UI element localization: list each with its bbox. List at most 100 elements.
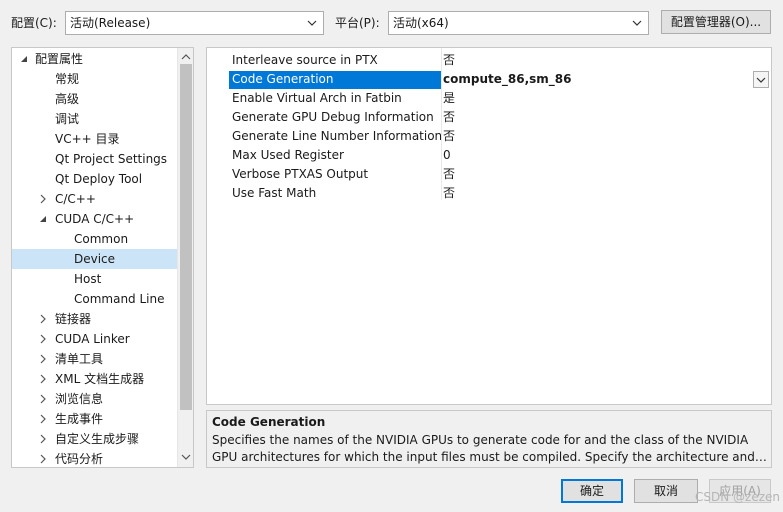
tree-item[interactable]: VC++ 目录	[12, 129, 178, 149]
tree-item[interactable]: CUDA C/C++	[12, 209, 178, 229]
tree-item-label: 代码分析	[55, 452, 104, 466]
property-row[interactable]: Enable Virtual Arch in Fatbin 是	[207, 89, 771, 108]
property-name: Use Fast Math	[232, 186, 317, 200]
tree-item[interactable]: 调试	[12, 109, 178, 129]
tree-item-label: CUDA Linker	[55, 332, 130, 346]
collapsed-arrow-icon[interactable]	[37, 413, 49, 425]
property-name: Enable Virtual Arch in Fatbin	[232, 91, 402, 105]
description-line-1: Specifies the names of the NVIDIA GPUs t…	[212, 433, 749, 447]
tree-item-label: 高级	[55, 92, 80, 106]
platform-label: 平台(P):	[335, 16, 380, 30]
tree-item[interactable]: 代码分析	[12, 449, 178, 467]
description-title: Code Generation	[212, 415, 326, 429]
tree-item[interactable]: XML 文档生成器	[12, 369, 178, 389]
property-name: Generate Line Number Information	[232, 129, 441, 143]
tree-item-label: Device	[74, 252, 116, 266]
tree-item-label: Qt Deploy Tool	[55, 172, 143, 186]
tree-item[interactable]: 生成事件	[12, 409, 178, 429]
config-label: 配置(C):	[11, 16, 57, 30]
property-row[interactable]: Code Generation compute_86,sm_86	[207, 70, 771, 89]
cancel-button[interactable]: 取消	[634, 479, 698, 503]
tree-item[interactable]: Command Line	[12, 289, 178, 309]
property-row[interactable]: Use Fast Math 否	[207, 184, 771, 203]
tree-item-label: C/C++	[55, 192, 96, 206]
description-line-2: GPU architectures for which the input fi…	[212, 450, 767, 464]
chevron-down-icon	[632, 20, 642, 26]
collapsed-arrow-icon[interactable]	[37, 313, 49, 325]
chevron-down-icon	[307, 20, 317, 26]
tree-item-label: 配置属性	[35, 52, 84, 66]
property-tree[interactable]: 配置属性常规高级调试 VC++ 目录 Qt Project Settings Qt D…	[11, 47, 194, 468]
grid-column-divider[interactable]	[441, 48, 442, 200]
value-dropdown-button[interactable]	[753, 71, 769, 88]
config-dropdown[interactable]: 活动(Release)	[65, 11, 324, 35]
tree-item[interactable]: Device	[12, 249, 178, 269]
config-value: 活动(Release)	[70, 16, 151, 30]
property-value: 否	[443, 53, 456, 67]
tree-item[interactable]: 链接器	[12, 309, 178, 329]
tree-scrollbar[interactable]	[177, 48, 193, 467]
property-row[interactable]: Max Used Register 0	[207, 146, 771, 165]
tree-item-label: 自定义生成步骤	[55, 432, 140, 446]
tree-item[interactable]: C/C++	[12, 189, 178, 209]
scroll-up-icon[interactable]	[181, 52, 191, 62]
tree-item[interactable]: Common	[12, 229, 178, 249]
tree-item-label: 生成事件	[55, 412, 104, 426]
collapsed-arrow-icon[interactable]	[37, 333, 49, 345]
tree-item-label: Qt Project Settings	[55, 152, 168, 166]
expanded-arrow-icon[interactable]	[37, 213, 49, 225]
property-value: 是	[443, 91, 456, 105]
platform-dropdown[interactable]: 活动(x64)	[388, 11, 649, 35]
description-panel: Code Generation Specifies the names of t…	[206, 410, 772, 468]
tree-item[interactable]: 清单工具	[12, 349, 178, 369]
property-value: 否	[443, 186, 456, 200]
collapsed-arrow-icon[interactable]	[37, 433, 49, 445]
tree-item-label: VC++ 目录	[55, 132, 120, 146]
collapsed-arrow-icon[interactable]	[37, 453, 49, 465]
property-row[interactable]: Generate Line Number Information 否	[207, 127, 771, 146]
config-manager-button[interactable]: 配置管理器(O)...	[661, 10, 771, 34]
tree-item-label: XML 文档生成器	[55, 372, 145, 386]
collapsed-arrow-icon[interactable]	[37, 193, 49, 205]
property-value: 否	[443, 167, 456, 181]
ok-button[interactable]: 确定	[561, 479, 623, 503]
property-value: 0	[443, 148, 451, 162]
platform-value: 活动(x64)	[393, 16, 449, 30]
property-name: Interleave source in PTX	[232, 53, 378, 67]
tree-item-label: 浏览信息	[55, 392, 104, 406]
tree-item[interactable]: 浏览信息	[12, 389, 178, 409]
property-row[interactable]: Interleave source in PTX 否	[207, 51, 771, 70]
property-name: Generate GPU Debug Information	[232, 110, 434, 124]
collapsed-arrow-icon[interactable]	[37, 393, 49, 405]
tree-item[interactable]: Qt Deploy Tool	[12, 169, 178, 189]
tree-item-label: 常规	[55, 72, 80, 86]
tree-item-label: 清单工具	[55, 352, 104, 366]
collapsed-arrow-icon[interactable]	[37, 373, 49, 385]
tree-item[interactable]: 配置属性	[12, 49, 178, 69]
property-name: Code Generation	[229, 71, 441, 89]
tree-item-label: CUDA C/C++	[55, 212, 135, 226]
tree-item-label: Command Line	[74, 292, 165, 306]
tree-item-label: 链接器	[55, 312, 92, 326]
tree-item[interactable]: Qt Project Settings	[12, 149, 178, 169]
tree-item[interactable]: 常规	[12, 69, 178, 89]
tree-item-label: Host	[74, 272, 102, 286]
property-row[interactable]: Verbose PTXAS Output 否	[207, 165, 771, 184]
tree-item-label: Common	[74, 232, 129, 246]
collapsed-arrow-icon[interactable]	[37, 353, 49, 365]
property-value[interactable]: compute_86,sm_86	[443, 71, 571, 88]
tree-item-label: 调试	[55, 112, 80, 126]
tree-item[interactable]: 高级	[12, 89, 178, 109]
description-text: Specifies the names of the NVIDIA GPUs t…	[212, 432, 767, 466]
tree-item[interactable]: Host	[12, 269, 178, 289]
tree-scroll-thumb[interactable]	[180, 64, 192, 410]
property-value: 否	[443, 129, 456, 143]
property-name: Verbose PTXAS Output	[232, 167, 369, 181]
tree-item[interactable]: 自定义生成步骤	[12, 429, 178, 449]
scroll-down-icon[interactable]	[181, 452, 191, 462]
tree-item[interactable]: CUDA Linker	[12, 329, 178, 349]
watermark: CSDN @zezen	[695, 490, 780, 504]
property-grid[interactable]: Interleave source in PTX 否 Code Generation…	[206, 47, 772, 405]
property-row[interactable]: Generate GPU Debug Information 否	[207, 108, 771, 127]
expanded-arrow-icon[interactable]	[18, 53, 30, 65]
